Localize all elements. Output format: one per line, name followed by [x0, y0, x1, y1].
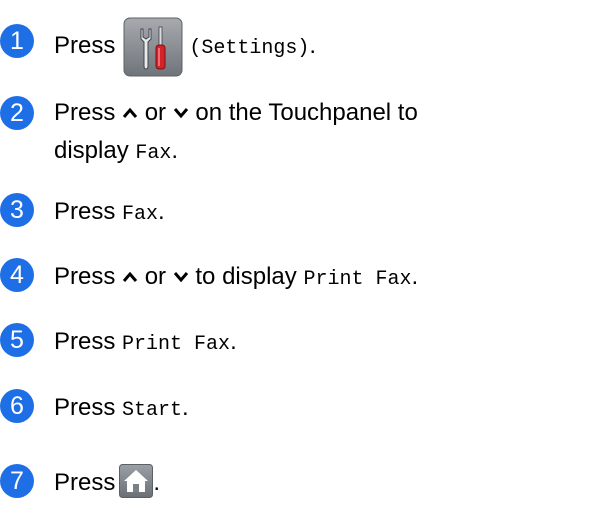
- start-code-text: Start: [122, 399, 183, 422]
- step-number: 3: [0, 193, 34, 227]
- press-label: Press: [54, 32, 116, 59]
- fax-code-text: Fax: [135, 142, 172, 165]
- step-text: Press Fax.: [54, 193, 584, 234]
- settings-code-text: (Settings): [189, 37, 310, 60]
- step-number: 1: [0, 24, 34, 58]
- press-label: Press: [54, 328, 116, 355]
- period: .: [153, 469, 161, 496]
- press-label: Press: [54, 99, 116, 126]
- step-text: Press Start.: [54, 389, 584, 430]
- chevron-up-icon: [122, 257, 138, 295]
- step-text: Press .: [54, 463, 584, 502]
- step-text: Press (Settings).: [54, 16, 584, 79]
- press-label: Press: [54, 469, 116, 496]
- step-text: Press Print Fax.: [54, 323, 584, 364]
- period: .: [309, 32, 317, 59]
- step-text: Press or to display Print Fax.: [54, 258, 584, 299]
- step-number: 5: [0, 323, 34, 357]
- step-number: 2: [0, 96, 34, 130]
- period: .: [411, 263, 419, 290]
- step-number: 6: [0, 389, 34, 423]
- print-fax-code-text: Print Fax: [303, 268, 412, 291]
- step-number: 7: [0, 464, 34, 498]
- step-number: 4: [0, 258, 34, 292]
- or-label: or: [144, 263, 167, 290]
- press-label: Press: [54, 394, 116, 421]
- chevron-up-icon: [122, 93, 138, 131]
- period: .: [158, 198, 165, 225]
- period: .: [230, 328, 237, 355]
- period: .: [182, 394, 189, 421]
- press-label: Press: [54, 198, 116, 225]
- to-display-text: to display: [195, 263, 297, 290]
- fax-code-text: Fax: [122, 203, 159, 226]
- step-text: Press or on the Touchpanel to display Fa…: [54, 94, 584, 173]
- period: .: [171, 137, 179, 164]
- settings-icon: [123, 17, 183, 77]
- touchpanel-text: on the Touchpanel to: [195, 99, 418, 126]
- home-icon: [119, 463, 154, 498]
- chevron-down-icon: [173, 93, 189, 131]
- display-text: display: [54, 137, 129, 164]
- or-label: or: [144, 99, 167, 126]
- press-label: Press: [54, 263, 116, 290]
- print-fax-code-text: Print Fax: [122, 333, 231, 356]
- chevron-down-icon: [173, 257, 189, 295]
